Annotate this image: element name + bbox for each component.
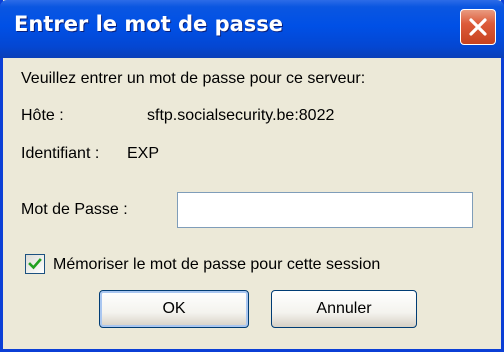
cancel-button[interactable]: Annuler (271, 290, 417, 328)
host-label: Hôte : (21, 107, 64, 124)
title-bar[interactable]: Entrer le mot de passe (0, 0, 504, 58)
password-label: Mot de Passe : (21, 201, 128, 218)
password-field[interactable] (177, 192, 473, 228)
password-dialog: Entrer le mot de passe Veuillez entrer u… (0, 0, 504, 352)
window-title: Entrer le mot de passe (14, 12, 284, 36)
close-icon (469, 18, 487, 36)
host-value: sftp.socialsecurity.be:8022 (147, 107, 335, 124)
close-button[interactable] (460, 9, 496, 45)
remember-label[interactable]: Mémoriser le mot de passe pour cette ses… (53, 256, 380, 274)
remember-checkbox[interactable] (25, 254, 45, 274)
user-label: Identifiant : (21, 145, 100, 162)
ok-button[interactable]: OK (99, 290, 249, 328)
dialog-body: Veuillez entrer un mot de passe pour ce … (3, 58, 501, 349)
prompt-text: Veuillez entrer un mot de passe pour ce … (21, 70, 366, 87)
user-value: EXP (127, 145, 160, 162)
checkmark-icon (28, 258, 42, 270)
